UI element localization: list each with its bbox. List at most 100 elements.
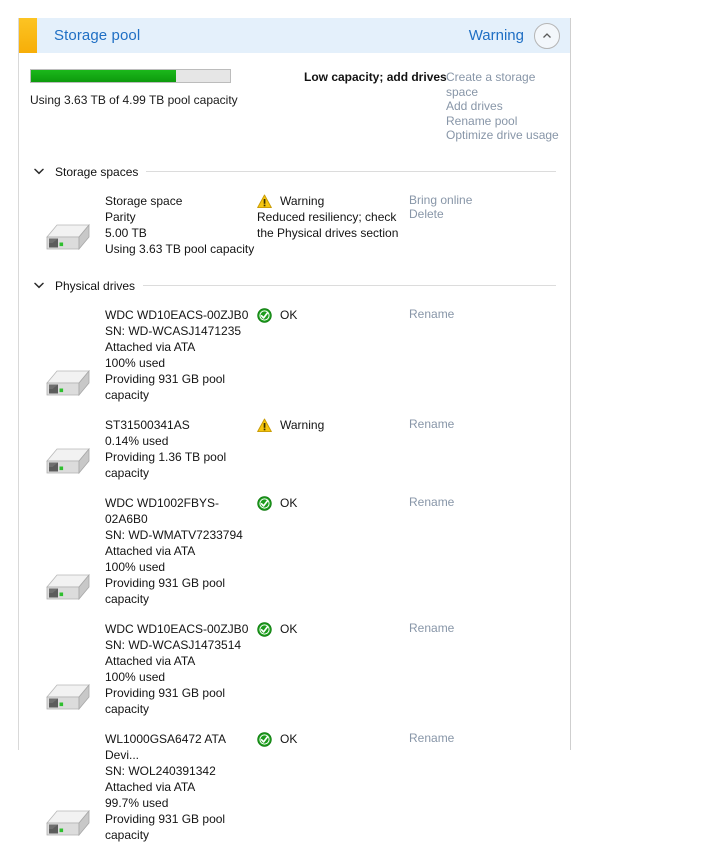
ok-icon [257, 621, 272, 637]
item-detail-line: SN: WD-WCASJ1471235 [105, 323, 242, 338]
status-label: Warning [280, 193, 325, 208]
item-actions: Rename [409, 495, 539, 607]
page-title: Storage pool [54, 27, 141, 44]
physical-drive-row[interactable]: WL1000GSA6472 ATA Devi... SN: WOL24039134… [19, 717, 570, 843]
status-label: OK [280, 731, 298, 746]
pool-capacity-text: Using 3.63 TB of 4.99 TB pool capacity [30, 93, 238, 107]
item-actions: Rename [409, 307, 539, 403]
warning-icon-svg [257, 194, 272, 208]
ok-icon [257, 731, 272, 747]
item-detail-line: Providing 931 GB pool capacity [105, 685, 226, 716]
drive-icon [30, 193, 105, 257]
item-detail-line: Attached via ATA [105, 339, 196, 354]
ok-icon-svg [257, 495, 272, 511]
section-divider [146, 171, 556, 172]
pool-link-2[interactable]: Rename pool [446, 114, 566, 129]
chevron-down-icon[interactable] [33, 282, 45, 289]
item-details: WL1000GSA6472 ATA Devi... SN: WOL24039134… [105, 731, 257, 843]
item-detail-line: 100% used [105, 355, 166, 370]
status-badge: OK [257, 621, 409, 637]
action-link-bring-online[interactable]: Bring online [409, 193, 539, 208]
ok-icon-svg [257, 731, 272, 747]
status-badge: OK [257, 307, 409, 323]
status-label: OK [280, 307, 298, 322]
section-header-physical-drives[interactable]: Physical drives [19, 279, 570, 293]
item-detail-line: Providing 931 GB pool capacity [105, 371, 226, 402]
item-detail-line: 5.00 TB [105, 225, 147, 240]
item-status: OK [257, 307, 409, 403]
warning-icon [257, 418, 272, 433]
status-badge: OK [257, 495, 409, 511]
drive-icon-svg [45, 683, 90, 710]
ok-icon [257, 495, 272, 511]
physical-drive-row[interactable]: ST31500341AS 0.14% used Providing 1.36 TB … [19, 403, 570, 481]
drive-icon-svg [45, 369, 90, 396]
item-detail-line: Attached via ATA [105, 779, 196, 794]
item-detail-line: WL1000GSA6472 ATA Devi... [105, 731, 226, 762]
action-link-rename[interactable]: Rename [409, 495, 539, 510]
status-badge: OK [257, 731, 409, 747]
item-status: OK [257, 495, 409, 607]
drive-icon [30, 307, 105, 403]
header-right-group: Warning [469, 22, 570, 49]
pool-capacity-left: Using 3.63 TB of 4.99 TB pool capacity [19, 69, 304, 143]
warning-icon-svg [257, 418, 272, 432]
chevron-down-icon[interactable] [33, 168, 45, 175]
status-badge: Warning [257, 193, 409, 209]
drive-icon [30, 417, 105, 481]
item-status: Warning Reduced resiliency; check the Phy… [257, 193, 409, 257]
item-detail-line: SN: WD-WCASJ1473514 [105, 637, 242, 652]
drive-icon-svg [45, 447, 90, 474]
drive-icon [30, 731, 105, 843]
storage-spaces-page: Storage pool Warning Using 3.63 TB of 4. [0, 0, 722, 842]
pool-accent-bar [19, 18, 37, 53]
item-detail-line: Providing 931 GB pool capacity [105, 811, 226, 842]
storage-pool-panel: Storage pool Warning Using 3.63 TB of 4. [18, 18, 571, 842]
drive-icon-svg [45, 223, 90, 250]
drive-icon [30, 495, 105, 607]
item-detail-line: Using 3.63 TB pool capacity [105, 241, 255, 256]
item-details: WDC WD10EACS-00ZJB0 SN: WD-WCASJ1473514 At… [105, 621, 257, 717]
section-divider [143, 285, 556, 286]
item-details: Storage space Parity 5.00 TB Using 3.63 TB … [105, 193, 257, 257]
item-detail-line: 100% used [105, 669, 166, 684]
status-detail: Reduced resiliency; check the Physical d… [257, 209, 399, 240]
item-detail-line: Providing 931 GB pool capacity [105, 575, 226, 606]
storage-space-row[interactable]: Storage space Parity 5.00 TB Using 3.63 TB … [19, 179, 570, 257]
drive-icon-svg [45, 573, 90, 600]
item-detail-line: ST31500341AS [105, 417, 190, 432]
section-physical-drives: Physical drives WDC WD10EACS-00ZJB0 SN: W… [19, 279, 570, 843]
pool-capacity-bar-fill [31, 70, 176, 82]
pool-link-1[interactable]: Add drives [446, 99, 566, 114]
chevron-down-icon-svg [34, 168, 44, 175]
section-header-storage-spaces[interactable]: Storage spaces [19, 165, 570, 179]
pool-link-3[interactable]: Optimize drive usage [446, 128, 566, 143]
section-title: Storage spaces [55, 164, 139, 179]
action-link-delete[interactable]: Delete [409, 207, 539, 222]
pool-link-0[interactable]: Create a storage space [446, 70, 566, 99]
storage-pool-body: Using 3.63 TB of 4.99 TB pool capacity L… [19, 54, 570, 843]
item-detail-line: Attached via ATA [105, 543, 196, 558]
action-link-rename[interactable]: Rename [409, 621, 539, 636]
pool-capacity-row: Using 3.63 TB of 4.99 TB pool capacity L… [19, 54, 570, 143]
chevron-up-circle-icon[interactable] [534, 22, 560, 49]
physical-drive-row[interactable]: WDC WD1002FBYS-02A6B0 SN: WD-WMATV7233794… [19, 481, 570, 607]
physical-drive-row[interactable]: WDC WD10EACS-00ZJB0 SN: WD-WCASJ1473514 At… [19, 607, 570, 717]
action-link-rename[interactable]: Rename [409, 731, 539, 746]
item-actions: Rename [409, 731, 539, 843]
item-status: OK [257, 621, 409, 717]
item-detail-line: SN: WD-WMATV7233794 [105, 527, 243, 542]
pool-capacity-bar [30, 69, 231, 83]
item-detail-line: Storage space [105, 193, 183, 208]
pool-action-links: Create a storage space Add drives Rename p… [442, 69, 566, 143]
item-details: WDC WD10EACS-00ZJB0 SN: WD-WCASJ1471235 At… [105, 307, 257, 403]
section-storage-spaces: Storage spaces Storage space Parity 5.00 T… [19, 165, 570, 257]
item-detail-line: Parity [105, 209, 136, 224]
item-status: OK [257, 731, 409, 843]
action-link-rename[interactable]: Rename [409, 307, 539, 322]
item-detail-line: WDC WD10EACS-00ZJB0 [105, 621, 249, 636]
item-detail-line: 100% used [105, 559, 166, 574]
action-link-rename[interactable]: Rename [409, 417, 539, 432]
physical-drive-row[interactable]: WDC WD10EACS-00ZJB0 SN: WD-WCASJ1471235 At… [19, 293, 570, 403]
storage-pool-header[interactable]: Storage pool Warning [19, 18, 570, 54]
